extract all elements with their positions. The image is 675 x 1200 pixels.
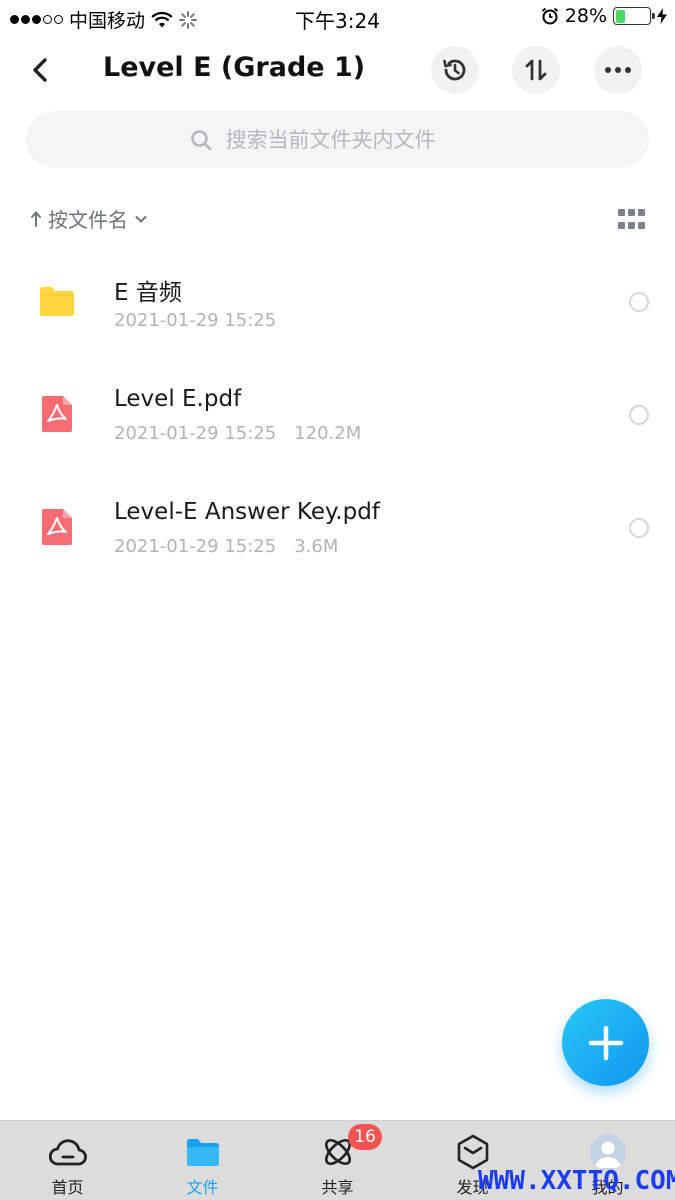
folder-icon: [40, 287, 74, 316]
sort-button[interactable]: 按文件名: [30, 204, 148, 233]
chevron-down-icon: [135, 215, 147, 223]
list-item[interactable]: E 音频 2021-01-29 15:25: [0, 250, 675, 363]
tab-label: 文件: [186, 1178, 219, 1197]
sort-row: 按文件名: [30, 204, 650, 238]
list-item[interactable]: Level-E Answer Key.pdf 2021-01-29 15:25 3…: [0, 476, 675, 589]
more-button[interactable]: [594, 46, 642, 94]
battery-fill: [615, 9, 625, 23]
notification-badge: 16: [348, 1124, 382, 1150]
watermark: WWW.XXTTQ.COM: [478, 1166, 675, 1196]
history-icon: [443, 59, 466, 81]
file-name: E 音频: [114, 280, 182, 306]
search-input[interactable]: [225, 127, 486, 152]
history-button[interactable]: [431, 46, 479, 94]
list-item[interactable]: Level E.pdf 2021-01-29 15:25 120.2M: [0, 363, 675, 476]
transfer-button[interactable]: [512, 46, 560, 94]
transfer-icon: [525, 59, 547, 81]
more-icon: [605, 67, 631, 73]
folder-icon: [184, 1133, 222, 1171]
file-meta: 2021-01-29 15:25 3.6M: [114, 536, 338, 557]
alarm-icon: [541, 7, 558, 25]
chevron-left-icon: [33, 58, 47, 82]
tab-home[interactable]: 首页: [0, 1121, 135, 1200]
arrow-up-icon: [31, 210, 41, 227]
select-radio[interactable]: [629, 292, 649, 312]
file-meta: 2021-01-29 15:25 120.2M: [114, 423, 361, 444]
file-list: E 音频 2021-01-29 15:25 Level E.pdf 2021-0…: [0, 250, 675, 589]
sort-label: 按文件名: [48, 208, 128, 232]
file-size: 120.2M: [294, 423, 362, 444]
search-icon: [190, 129, 211, 150]
battery-percent: 28%: [564, 5, 607, 27]
status-bar: 中国移动 下午3:24 28%: [0, 0, 675, 34]
tab-label: 共享: [321, 1178, 354, 1197]
pdf-icon: [42, 396, 72, 432]
tab-label: 首页: [51, 1178, 84, 1197]
file-date: 2021-01-29 15:25: [114, 310, 277, 331]
charging-bolt-icon: [657, 8, 667, 24]
tab-files[interactable]: 文件: [135, 1121, 270, 1200]
file-size: 3.6M: [294, 536, 339, 557]
add-button[interactable]: [562, 999, 649, 1086]
grid-view-icon[interactable]: [618, 209, 646, 231]
page-title: Level E (Grade 1): [103, 52, 366, 83]
file-name: Level E.pdf: [114, 386, 242, 412]
back-button[interactable]: [22, 52, 58, 88]
file-date: 2021-01-29 15:25: [114, 536, 277, 557]
tab-share[interactable]: 16 共享: [270, 1121, 405, 1200]
select-radio[interactable]: [629, 405, 649, 425]
file-meta: 2021-01-29 15:25: [114, 310, 276, 331]
avatar: [589, 1134, 626, 1170]
file-date: 2021-01-29 15:25: [114, 423, 277, 444]
plus-icon: [588, 1025, 623, 1060]
battery-icon: [613, 7, 655, 25]
select-radio[interactable]: [629, 518, 649, 538]
pdf-icon: [42, 509, 72, 545]
cloud-icon: [48, 1133, 87, 1171]
search-bar[interactable]: [26, 111, 649, 168]
file-name: Level-E Answer Key.pdf: [114, 499, 380, 525]
status-right: 28%: [541, 5, 667, 27]
header: Level E (Grade 1): [0, 40, 675, 100]
